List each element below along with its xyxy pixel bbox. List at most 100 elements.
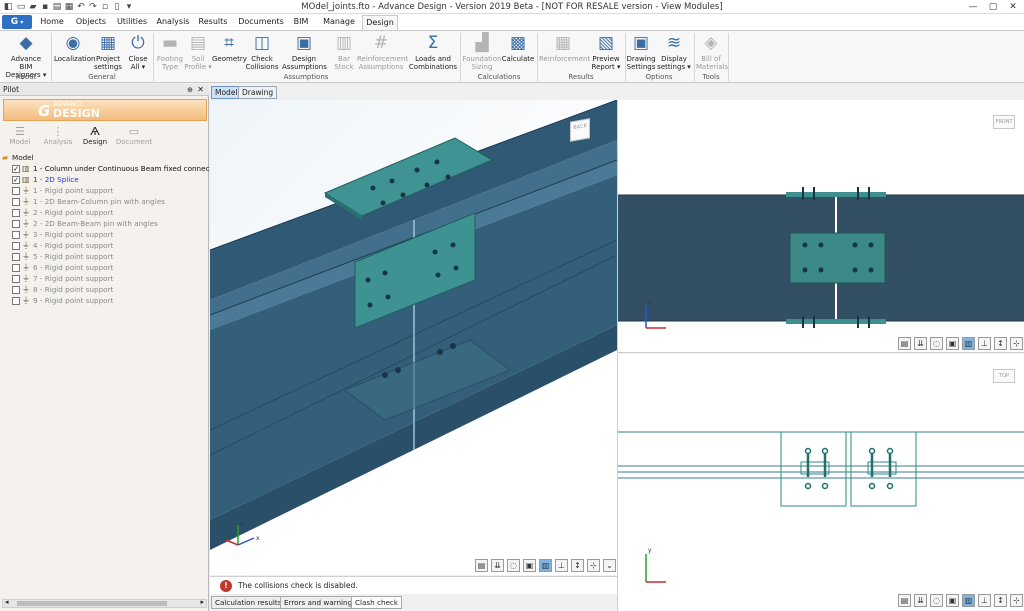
tree-checkbox[interactable]: ✓ [12, 165, 20, 173]
tree-checkbox[interactable] [12, 286, 20, 294]
tree-item[interactable]: ⏚ 1 - 2D Beam-Column pin with angles [2, 196, 207, 207]
tab-utilities[interactable]: Utilities [114, 15, 150, 30]
pan-icon[interactable]: ⊥ [555, 559, 568, 572]
zoom-out-icon[interactable]: ⇊ [914, 594, 927, 607]
pilot-tab-design[interactable]: Ѧ Design [75, 125, 115, 146]
view-mode-icon[interactable]: ▥ [962, 594, 975, 607]
print-icon[interactable]: ▤ [898, 594, 911, 607]
geometry-button[interactable]: ⌗ Geometry [212, 33, 247, 63]
print-icon[interactable]: ▤ [898, 337, 911, 350]
loads-and-combinations-button[interactable]: Σ Loads and Combinations [408, 33, 458, 71]
front-viewport[interactable]: z FRONT ▤⇊◌▣▥⊥↕⊹⌄ [617, 100, 1024, 353]
tree-item[interactable]: ⏚ 3 - Rigid point support [2, 229, 207, 240]
pin-icon[interactable]: ⊕ [187, 84, 193, 96]
tree-item[interactable]: ⏚ 4 - Rigid point support [2, 240, 207, 251]
zoom-out-icon[interactable]: ⇊ [491, 559, 504, 572]
tree-checkbox[interactable] [12, 275, 20, 283]
rotate-icon[interactable]: ⊹ [1010, 594, 1023, 607]
tree-item[interactable]: ⏚ 8 - Rigid point support [2, 284, 207, 295]
view-cube[interactable]: BACK [570, 118, 590, 142]
window-zoom-icon[interactable]: ▣ [946, 337, 959, 350]
top-view-label[interactable]: TOP [993, 369, 1015, 383]
drawing-settings-button[interactable]: ▣ Drawing Settings [626, 33, 656, 71]
soil-profile-button[interactable]: ▤ Soil Profile ▾ [184, 33, 212, 71]
front-view-label[interactable]: FRONT [993, 115, 1015, 129]
tree-item[interactable]: ⏚ 1 - Rigid point support [2, 185, 207, 196]
tree-checkbox[interactable] [12, 253, 20, 261]
tree-item[interactable]: ⏚ 6 - Rigid point support [2, 262, 207, 273]
close-button[interactable]: ✕ [1003, 1, 1023, 13]
bar-stock-button[interactable]: ▥ Bar Stock [331, 33, 357, 71]
tree-checkbox[interactable] [12, 220, 20, 228]
preview-report-button[interactable]: ▧ Preview Report ▾ [589, 33, 623, 71]
tab-clash-check[interactable]: Clash check [351, 596, 403, 609]
scroll-right-icon[interactable]: ▸ [200, 598, 204, 606]
horizontal-scrollbar[interactable]: ◂ ▸ [2, 598, 207, 608]
tree-checkbox[interactable] [12, 264, 20, 272]
print-icon[interactable]: ▤ [475, 559, 488, 572]
maximize-button[interactable]: ▢ [983, 1, 1003, 13]
tree-item[interactable]: ⏚ 5 - Rigid point support [2, 251, 207, 262]
footing-type-button[interactable]: ▬ Footing Type [155, 33, 185, 71]
more-icon[interactable]: ⌄ [603, 559, 616, 572]
tree-checkbox[interactable] [12, 198, 20, 206]
bill-of-materials-button[interactable]: ◈ Bill of Materials [696, 33, 728, 71]
tree-checkbox[interactable] [12, 231, 20, 239]
reinforcement-assumptions-button[interactable]: # Reinforcement Assumptions [357, 33, 408, 71]
tree-item[interactable]: ✓ ▥ 1 - Column under Continuous Beam fixed… [2, 163, 223, 174]
rotate-icon[interactable]: ⊹ [587, 559, 600, 572]
tab-manage[interactable]: Manage [320, 15, 358, 30]
localization-button[interactable]: ◉ Localization [54, 33, 95, 63]
zoom-extent-icon[interactable]: ◌ [507, 559, 520, 572]
view-mode-icon[interactable]: ▥ [962, 337, 975, 350]
scroll-left-icon[interactable]: ◂ [5, 598, 9, 606]
pilot-tab-model[interactable]: ☰ Model [0, 125, 40, 146]
tree-checkbox[interactable] [12, 242, 20, 250]
fit-icon[interactable]: ↕ [994, 337, 1007, 350]
3d-viewport[interactable]: z x BACK ▤ ⇊ ◌ ▣ ▥ ⊥ ↕ ⊹ ⌄ [210, 100, 617, 575]
tab-results[interactable]: Results [196, 15, 230, 30]
tree-checkbox[interactable] [12, 209, 20, 217]
app-menu-button[interactable]: G ▾ [2, 15, 32, 29]
zoom-extent-icon[interactable]: ◌ [930, 594, 943, 607]
display-settings-button[interactable]: ≋ Display settings ▾ [657, 33, 691, 71]
foundation-sizing-button[interactable]: ▟ Foundation Sizing [462, 33, 502, 71]
design-assumptions-button[interactable]: ▣ Design Assumptions [282, 33, 327, 71]
minimize-button[interactable]: — [963, 1, 983, 13]
tree-item[interactable]: ⏚ 7 - Rigid point support [2, 273, 207, 284]
close-all-button[interactable]: ⏻ Close All ▾ [126, 33, 150, 71]
zoom-out-icon[interactable]: ⇊ [914, 337, 927, 350]
tab-bim[interactable]: BIM [290, 15, 312, 30]
view-mode-icon[interactable]: ▥ [539, 559, 552, 572]
tab-calculation-results[interactable]: Calculation results [211, 596, 286, 609]
pilot-tab-document[interactable]: ▭ Document [114, 125, 154, 146]
tree-item[interactable]: ✓ ▥ 1 - 2D Splice [2, 174, 207, 185]
pilot-tab-analysis[interactable]: ⋮ Analysis [38, 125, 78, 146]
scrollbar-thumb[interactable] [17, 601, 167, 606]
tree-checkbox[interactable] [12, 297, 20, 305]
window-zoom-icon[interactable]: ▣ [946, 594, 959, 607]
tab-objects[interactable]: Objects [72, 15, 110, 30]
pilot-close-icon[interactable]: ✕ [197, 84, 204, 96]
pan-icon[interactable]: ⊥ [978, 594, 991, 607]
pan-icon[interactable]: ⊥ [978, 337, 991, 350]
tab-errors-and-warnings[interactable]: Errors and warnings [280, 596, 360, 609]
zoom-extent-icon[interactable]: ◌ [930, 337, 943, 350]
top-viewport[interactable]: y TOP ▤⇊◌▣▥⊥↕⊹⌄ [617, 354, 1024, 611]
tab-home[interactable]: Home [36, 15, 68, 30]
view-tab-model[interactable]: Model [211, 86, 242, 99]
tab-design[interactable]: Design [362, 15, 398, 30]
calculate-button[interactable]: ▩ Calculate [501, 33, 535, 63]
tree-item[interactable]: ⏚ 2 - 2D Beam-Beam pin with angles [2, 218, 207, 229]
fit-icon[interactable]: ↕ [571, 559, 584, 572]
reinforcement-button[interactable]: ▦ Reinforcement [539, 33, 590, 63]
tree-checkbox[interactable] [12, 187, 20, 195]
tree-item[interactable]: ⏚ 9 - Rigid point support [2, 295, 207, 306]
tree-root[interactable]: ▰ Model [2, 152, 207, 163]
rotate-icon[interactable]: ⊹ [1010, 337, 1023, 350]
tab-analysis[interactable]: Analysis [154, 15, 192, 30]
check-collisions-button[interactable]: ◫ Check Collisions [245, 33, 279, 71]
tab-documents[interactable]: Documents [238, 15, 284, 30]
tree-item[interactable]: ⏚ 2 - Rigid point support [2, 207, 207, 218]
view-tab-drawing[interactable]: Drawing [238, 86, 278, 99]
